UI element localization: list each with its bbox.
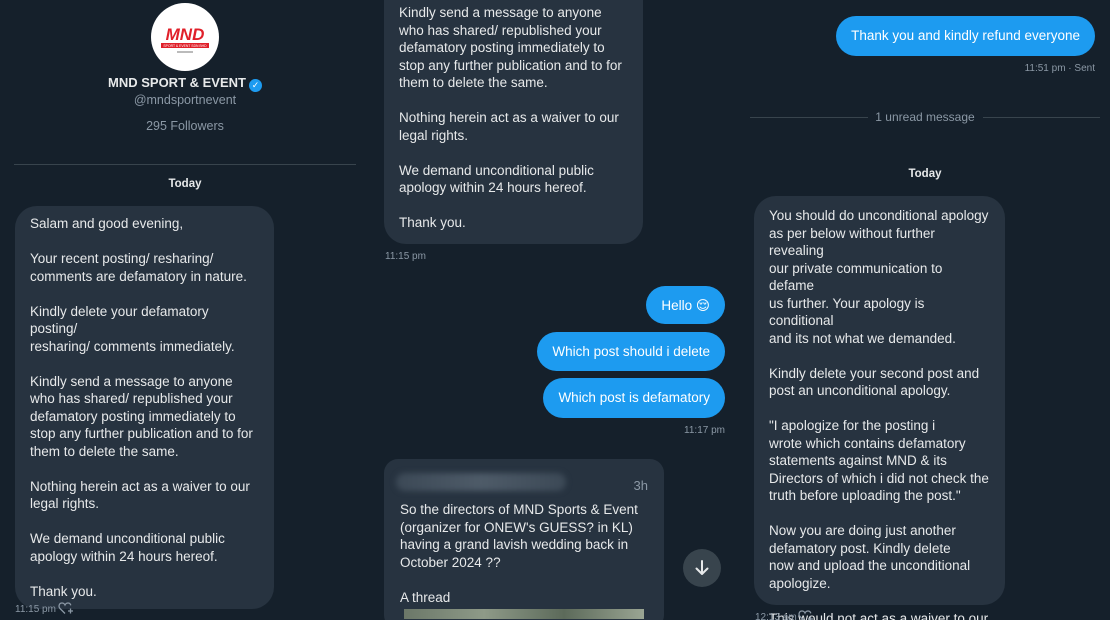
message-status: 11:51 pm · Sent bbox=[1024, 63, 1095, 74]
shared-post-card[interactable]: 3h So the directors of MND Sports & Even… bbox=[384, 459, 664, 620]
middle-conversation-panel: Kindly send a message to anyone who has … bbox=[370, 0, 740, 620]
profile-name-text: MND SPORT & EVENT bbox=[108, 75, 246, 90]
day-separator: Today bbox=[168, 178, 202, 190]
scroll-down-button[interactable] bbox=[683, 549, 721, 587]
heart-plus-icon[interactable] bbox=[798, 609, 814, 620]
mnd-logo-icon: MND SPORT & EVENT SDN BHD bbox=[161, 25, 209, 53]
message-timestamp: 11:17 pm bbox=[684, 425, 725, 436]
verified-badge-icon: ✓ bbox=[248, 79, 262, 92]
profile-followers[interactable]: 295 Followers bbox=[0, 119, 370, 133]
right-conversation-panel: Thank you and kindly refund everyone 11:… bbox=[740, 0, 1110, 620]
profile-avatar[interactable]: MND SPORT & EVENT SDN BHD bbox=[151, 3, 219, 71]
profile-name: MND SPORT & EVENT ✓ bbox=[0, 75, 370, 92]
arrow-down-icon bbox=[695, 560, 709, 575]
received-message[interactable]: You should do unconditional apology as p… bbox=[754, 196, 1005, 620]
post-text: So the directors of MND Sports & Event (… bbox=[400, 502, 638, 605]
message-timestamp: 12:13 am bbox=[755, 612, 797, 620]
message-timestamp: 11:15 pm bbox=[385, 251, 426, 262]
divider bbox=[14, 164, 356, 165]
day-separator: Today bbox=[908, 168, 942, 180]
sent-message-which-post-delete[interactable]: Which post should i delete bbox=[537, 332, 725, 371]
blurred-author bbox=[396, 473, 566, 491]
logo-text: MND bbox=[166, 25, 205, 44]
received-message[interactable]: Kindly send a message to anyone who has … bbox=[384, 0, 643, 244]
left-conversation-panel: MND SPORT & EVENT SDN BHD MND SPORT & EV… bbox=[0, 0, 370, 620]
sent-message-refund[interactable]: Thank you and kindly refund everyone bbox=[836, 16, 1095, 56]
post-time: 3h bbox=[633, 478, 648, 493]
profile-handle: @mndsportnevent bbox=[133, 93, 237, 107]
logo-subtext: SPORT & EVENT SDN BHD bbox=[163, 44, 207, 48]
unread-divider: 1 unread message bbox=[740, 110, 1110, 126]
received-message[interactable]: Salam and good evening, Your recent post… bbox=[15, 206, 274, 609]
sent-message-which-post-defamatory[interactable]: Which post is defamatory bbox=[543, 378, 725, 418]
sent-message-hello[interactable]: Hello 😌 bbox=[646, 286, 725, 324]
post-image bbox=[404, 609, 644, 619]
heart-plus-icon[interactable] bbox=[58, 601, 74, 615]
message-timestamp: 11:15 pm bbox=[15, 604, 56, 615]
